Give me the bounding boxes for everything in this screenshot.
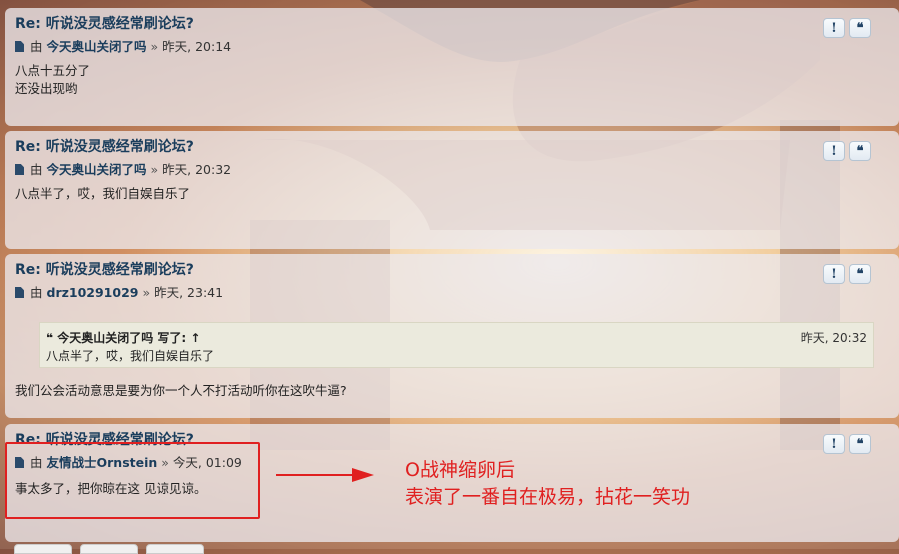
post-icon[interactable]: [15, 41, 24, 52]
by-label: 由: [30, 285, 43, 300]
post-time: 昨天, 20:14: [162, 39, 232, 54]
quote-author[interactable]: 今天奥山关闭了吗 写了: ↑: [57, 331, 200, 345]
report-button[interactable]: !: [823, 18, 845, 38]
quote-button[interactable]: ❝: [849, 264, 871, 284]
quote-icon: ❝: [46, 331, 54, 345]
annotation-line: O战神缩卵后: [405, 459, 515, 481]
post-author[interactable]: 今天奥山关闭了吗: [47, 162, 147, 177]
quote-block: ❝ 今天奥山关闭了吗 写了: ↑ 昨天, 20:32 八点半了，哎，我们自娱自乐…: [39, 322, 874, 368]
annotation-text: O战神缩卵后 表演了一番自在极易，拈花一笑功: [405, 457, 690, 511]
post-body: 八点十五分了 还没出现哟: [15, 62, 90, 98]
page-button[interactable]: [80, 544, 138, 554]
post: Re: 听说没灵感经常刷论坛? 由 drz10291029 » 昨天, 23:4…: [5, 254, 899, 418]
post-author[interactable]: drz10291029: [47, 285, 139, 300]
post-icon[interactable]: [15, 164, 24, 175]
post-title[interactable]: Re: 听说没灵感经常刷论坛?: [15, 13, 194, 33]
post-time: 昨天, 23:41: [154, 285, 224, 300]
report-button[interactable]: !: [823, 141, 845, 161]
post-time: 昨天, 20:32: [162, 162, 232, 177]
annotation-highlight-box: [5, 442, 260, 519]
post-meta: 由 今天奥山关闭了吗 » 昨天, 20:32: [15, 159, 231, 178]
post-title[interactable]: Re: 听说没灵感经常刷论坛?: [15, 259, 194, 279]
bottom-pagination-partial: [14, 544, 204, 554]
quote-header: ❝ 今天奥山关闭了吗 写了: ↑: [46, 329, 200, 346]
quote-button[interactable]: ❝: [849, 141, 871, 161]
post: Re: 听说没灵感经常刷论坛? 由 今天奥山关闭了吗 » 昨天, 20:14 八…: [5, 8, 899, 126]
post-buttons: ! ❝: [823, 264, 871, 284]
post-body-line: 我们公会活动意思是要为你一个人不打活动听你在这吹牛逼?: [15, 383, 347, 398]
report-button[interactable]: !: [823, 434, 845, 454]
post-buttons: ! ❝: [823, 18, 871, 38]
quote-time: 昨天, 20:32: [800, 331, 867, 345]
by-label: 由: [30, 162, 43, 177]
report-button[interactable]: !: [823, 264, 845, 284]
post: Re: 听说没灵感经常刷论坛? 由 今天奥山关闭了吗 » 昨天, 20:32 八…: [5, 131, 899, 249]
quote-button[interactable]: ❝: [849, 18, 871, 38]
post-icon[interactable]: [15, 287, 24, 298]
post-title[interactable]: Re: 听说没灵感经常刷论坛?: [15, 136, 194, 156]
post-body-line: 八点半了，哎，我们自娱自乐了: [15, 186, 191, 201]
quote-button[interactable]: ❝: [849, 434, 871, 454]
separator: »: [150, 162, 159, 177]
post-buttons: ! ❝: [823, 434, 871, 454]
separator: »: [150, 39, 159, 54]
page-button[interactable]: [146, 544, 204, 554]
by-label: 由: [30, 39, 43, 54]
post-body: 八点半了，哎，我们自娱自乐了: [15, 185, 190, 203]
annotation-line: 表演了一番自在极易，拈花一笑功: [405, 486, 691, 508]
post-meta: 由 今天奥山关闭了吗 » 昨天, 20:14: [15, 36, 231, 55]
post-body-line: 还没出现哟: [15, 81, 78, 96]
post-body: 我们公会活动意思是要为你一个人不打活动听你在这吹牛逼?: [15, 382, 347, 400]
quote-text: 八点半了，哎，我们自娱自乐了: [46, 349, 215, 363]
post-author[interactable]: 今天奥山关闭了吗: [47, 39, 147, 54]
separator: »: [142, 285, 151, 300]
post-meta: 由 drz10291029 » 昨天, 23:41: [15, 282, 223, 301]
post-body-line: 八点十五分了: [15, 63, 91, 78]
post-buttons: ! ❝: [823, 141, 871, 161]
page-button[interactable]: [14, 544, 72, 554]
